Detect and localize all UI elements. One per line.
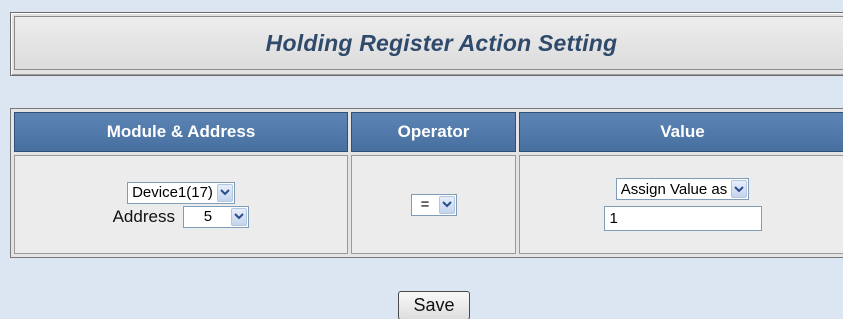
address-select[interactable]: 5 bbox=[183, 205, 250, 228]
chevron-down-icon[interactable] bbox=[231, 207, 248, 226]
title-inner: Holding Register Action Setting bbox=[14, 16, 843, 70]
value-mode-select[interactable]: Assign Value as bbox=[615, 178, 750, 200]
address-label: Address bbox=[112, 206, 175, 226]
header-operator: Operator bbox=[351, 112, 516, 152]
chevron-down-icon[interactable] bbox=[438, 195, 455, 214]
header-module-address: Module & Address bbox=[14, 112, 348, 152]
action-table: Module & Address Operator Value Device1(… bbox=[11, 109, 843, 257]
chevron-down-icon[interactable] bbox=[731, 180, 748, 198]
table-header-row: Module & Address Operator Value bbox=[14, 112, 843, 152]
title-panel: Holding Register Action Setting bbox=[10, 12, 843, 76]
device-select-value: Device1(17) bbox=[132, 184, 213, 201]
chevron-down-icon[interactable] bbox=[216, 183, 233, 202]
page: Holding Register Action Setting Module &… bbox=[0, 0, 843, 319]
cell-operator: = bbox=[351, 155, 516, 254]
address-select-value: 5 bbox=[203, 208, 213, 225]
value-mode-line: Assign Value as bbox=[520, 178, 843, 200]
value-input-line: 1 bbox=[520, 202, 843, 231]
save-button[interactable]: Save bbox=[398, 291, 470, 319]
device-select[interactable]: Device1(17) bbox=[127, 181, 235, 204]
value-mode-select-value: Assign Value as bbox=[620, 180, 728, 198]
device-line: Device1(17) bbox=[15, 181, 347, 204]
cell-module-address: Device1(17) Address 5 bbox=[14, 155, 348, 254]
operator-select-value: = bbox=[420, 196, 430, 213]
table-row: Device1(17) Address 5 = Assign Value as … bbox=[14, 155, 843, 254]
operator-select[interactable]: = bbox=[410, 193, 457, 216]
page-title: Holding Register Action Setting bbox=[265, 29, 618, 56]
value-input[interactable]: 1 bbox=[603, 206, 762, 231]
action-table-panel: Module & Address Operator Value Device1(… bbox=[10, 108, 843, 258]
cell-value: Assign Value as 1 bbox=[519, 155, 843, 254]
header-value: Value bbox=[519, 112, 843, 152]
address-line: Address 5 bbox=[15, 205, 347, 228]
